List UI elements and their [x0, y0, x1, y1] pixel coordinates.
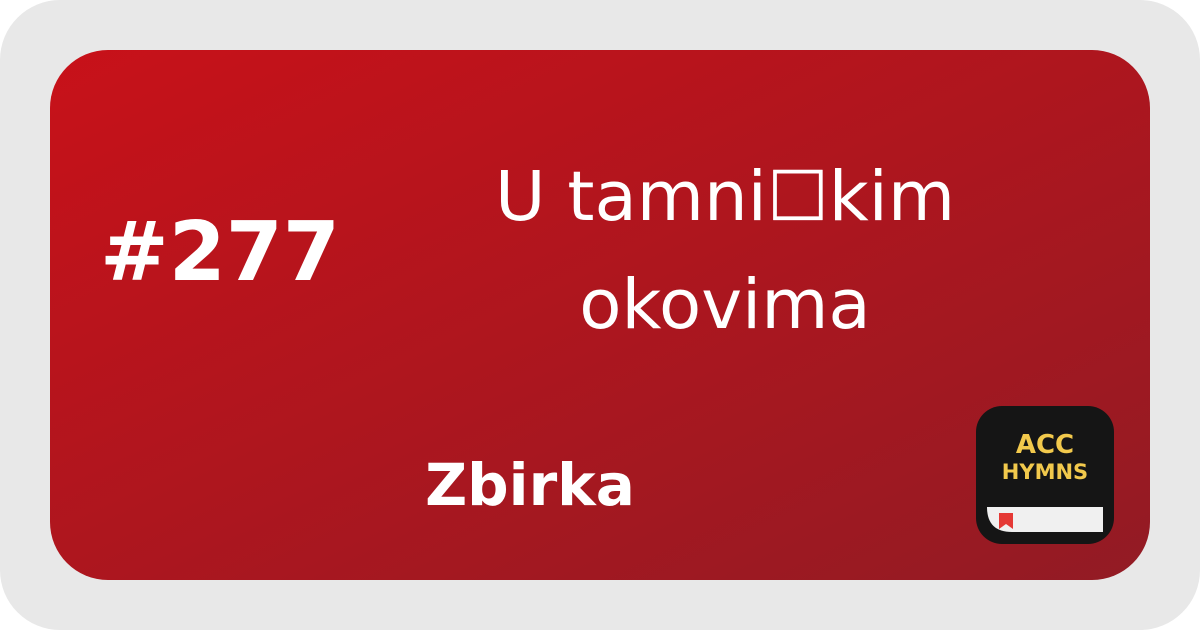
hymn-number: #277	[100, 205, 340, 300]
app-icon-line-1: ACC	[1016, 430, 1074, 460]
collection-name: Zbirka	[425, 451, 635, 519]
hymn-title: U tamni☐kim okovima	[400, 143, 1050, 359]
hymn-title-line-1: U tamni☐kim	[494, 157, 956, 237]
acc-hymns-app-icon: ACC HYMNS	[976, 406, 1114, 544]
hymn-title-line-2: okovima	[579, 265, 871, 345]
app-icon-line-2: HYMNS	[1002, 460, 1088, 484]
